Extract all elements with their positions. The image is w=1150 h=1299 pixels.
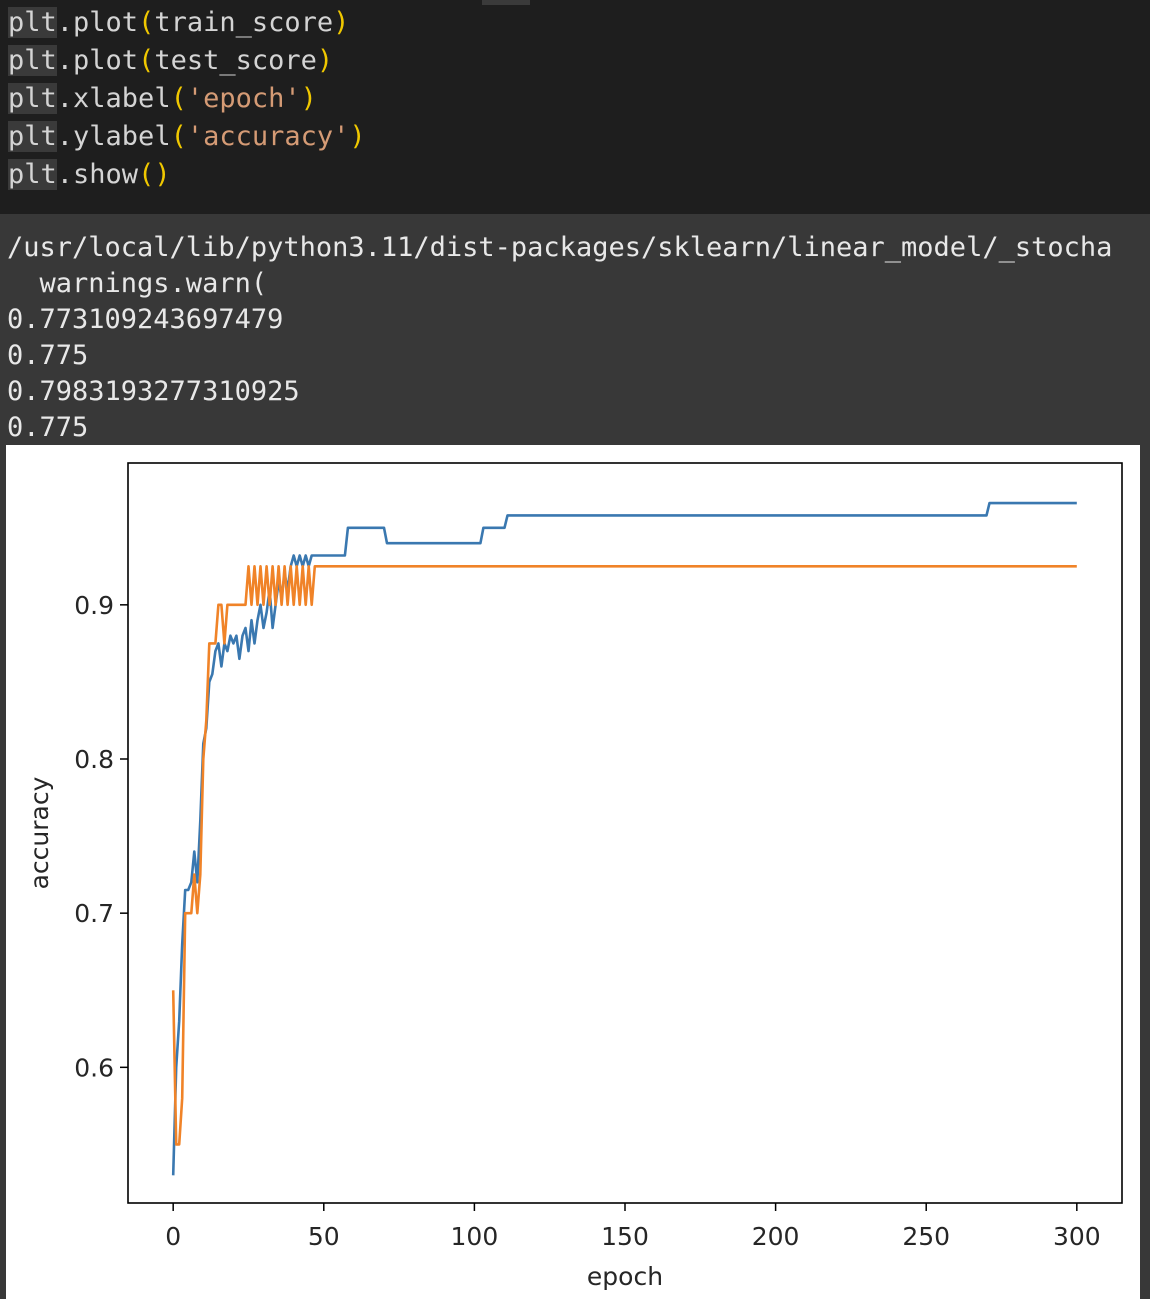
test-score-line xyxy=(171,565,1077,1146)
y-tick-label: 0.8 xyxy=(74,745,114,774)
x-tick-label: 50 xyxy=(308,1222,340,1251)
x-tick-label: 0 xyxy=(165,1222,181,1251)
y-tick-label: 0.7 xyxy=(74,899,114,928)
x-tick-label: 150 xyxy=(601,1222,649,1251)
accuracy-chart: 0 50 100 150 200 250 300 0.6 0.7 0.8 0.9 epoch accur… xyxy=(25,462,1123,1291)
y-tick-label: 0.6 xyxy=(74,1053,114,1082)
train-score-line xyxy=(171,501,1077,1176)
x-tick-label: 200 xyxy=(752,1222,800,1251)
y-tick-label: 0.9 xyxy=(74,591,114,620)
x-axis-label: epoch xyxy=(587,1262,663,1291)
x-tick-label: 300 xyxy=(1053,1222,1101,1251)
x-tick-label: 250 xyxy=(902,1222,950,1251)
y-axis-label: accuracy xyxy=(25,776,54,889)
x-tick-label: 100 xyxy=(451,1222,499,1251)
